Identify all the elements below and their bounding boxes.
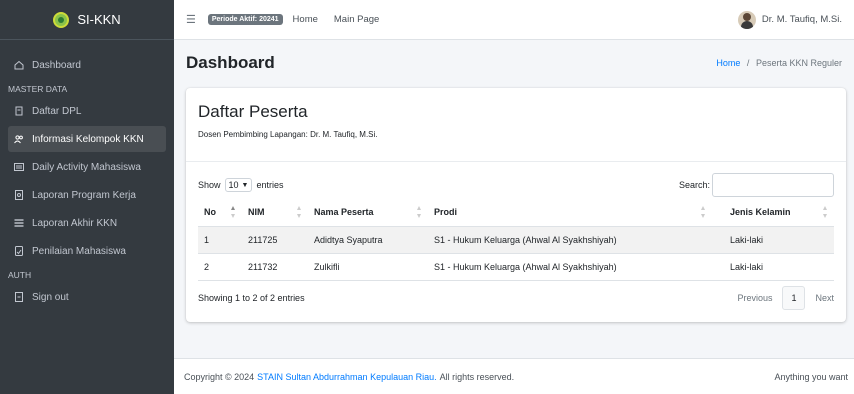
column-header-nama[interactable]: Nama Peserta [308, 198, 428, 227]
document-icon [14, 190, 24, 200]
home-icon [14, 60, 24, 70]
sort-icon [417, 206, 422, 218]
breadcrumb-current: Peserta KKN Reguler [755, 58, 842, 68]
sort-icon [701, 206, 706, 218]
entries-select[interactable]: 10 ▼ [224, 178, 253, 192]
cell-prodi: S1 - Hukum Keluarga (Ahwal Al Syakhshiya… [428, 253, 712, 281]
sidebar-item-label: Laporan Program Kerja [32, 189, 136, 201]
brand-logo-icon [53, 11, 70, 28]
sidebar-item-laporan-program-kerja[interactable]: Laporan Program Kerja [8, 182, 166, 208]
sidebar-item-label: Informasi Kelompok KKN [32, 133, 144, 145]
user-name: Dr. M. Taufiq, M.Si. [761, 14, 842, 25]
grade-icon [14, 246, 24, 256]
sidebar-item-daftar-dpl[interactable]: Daftar DPL [8, 98, 166, 124]
previous-button[interactable]: Previous [737, 293, 772, 303]
peserta-card: Daftar Peserta Dosen Pembimbing Lapangan… [186, 88, 846, 322]
cell-prodi: S1 - Hukum Keluarga (Ahwal Al Syakhshiya… [428, 226, 712, 254]
brand-link[interactable]: SI-KKN [0, 0, 174, 40]
sidebar-item-label: Sign out [32, 291, 69, 303]
breadcrumb: Home / Peserta KKN Reguler [716, 58, 842, 68]
report-icon [14, 218, 24, 228]
table-footer: Showing 1 to 2 of 2 entries Previous 1 N… [198, 286, 834, 310]
column-header-jenis-kelamin[interactable]: Jenis Kelamin [712, 198, 834, 227]
entries-label: entries [256, 180, 284, 190]
peserta-table: No NIM Nama Peserta Prodi Jenis Kelamin … [198, 198, 834, 281]
list-icon [14, 162, 24, 172]
periode-badge: Periode Aktif: 20241 [207, 14, 283, 25]
cell-nim: 211725 [242, 226, 308, 254]
sidebar-item-sign-out[interactable]: Sign out [8, 284, 166, 310]
top-navbar: ☰ Periode Aktif: 20241 Home Main Page Dr… [174, 0, 854, 40]
brand-name: SI-KKN [77, 12, 121, 27]
search-label: Search: [678, 180, 710, 190]
table-controls: Show 10 ▼ entries Search: [186, 162, 846, 197]
footer-right-text: Anything you want [774, 371, 848, 382]
sort-icon [823, 206, 828, 218]
column-header-nim[interactable]: NIM [242, 198, 308, 227]
table-row: 1 211725 Adidtya Syaputra S1 - Hukum Kel… [198, 226, 834, 254]
show-label: Show [198, 180, 221, 190]
sidebar-item-label: Daily Activity Mahasiswa [32, 161, 141, 173]
breadcrumb-separator: / [746, 58, 750, 68]
sidebar-item-informasi-kelompok[interactable]: Informasi Kelompok KKN [8, 126, 166, 152]
nav-header-auth: AUTH [8, 270, 32, 280]
pagination: Previous 1 Next [737, 286, 834, 310]
sidebar-item-label: Laporan Akhir KKN [32, 217, 118, 229]
nav-header-master-data: MASTER DATA [8, 84, 68, 94]
page-title: Dashboard [186, 53, 275, 72]
user-menu[interactable]: Dr. M. Taufiq, M.Si. [737, 10, 842, 29]
card-title: Daftar Peserta [198, 102, 308, 121]
institution-link[interactable]: STAIN Sultan Abdurrahman Kepulauan Riau. [257, 372, 436, 382]
search-wrap: Search: [679, 173, 834, 197]
avatar [737, 10, 756, 29]
card-header: Daftar Peserta Dosen Pembimbing Lapangan… [186, 88, 846, 162]
sidebar-item-label: Dashboard [32, 59, 81, 71]
copyright-text: Copyright © 2024 [184, 371, 255, 382]
cell-no: 2 [198, 253, 242, 281]
chevron-down-icon: ▼ [241, 181, 249, 189]
column-header-prodi[interactable]: Prodi [428, 198, 712, 227]
page-1-button[interactable]: 1 [782, 286, 806, 310]
breadcrumb-home-link[interactable]: Home [716, 58, 740, 68]
cell-jenis-kelamin: Laki-laki [712, 253, 834, 281]
cell-nama: Zulkifli [308, 253, 428, 281]
entries-select-value: 10 [228, 180, 239, 190]
content-header: Dashboard Home / Peserta KKN Reguler [174, 40, 854, 86]
sidebar-item-daily-activity[interactable]: Daily Activity Mahasiswa [8, 154, 166, 180]
menu-toggle-icon[interactable]: ☰ [186, 13, 196, 26]
sidebar-item-dashboard[interactable]: Dashboard [8, 52, 166, 78]
sidebar-item-label: Penilaian Mahasiswa [32, 245, 126, 257]
signout-icon [14, 292, 24, 302]
cell-jenis-kelamin: Laki-laki [712, 226, 834, 254]
search-input[interactable] [712, 173, 834, 197]
sort-icon [231, 206, 236, 218]
users-icon [14, 134, 24, 144]
table-row: 2 211732 Zulkifli S1 - Hukum Keluarga (A… [198, 253, 834, 281]
column-header-no[interactable]: No [198, 198, 242, 227]
cell-nama: Adidtya Syaputra [308, 226, 428, 254]
cell-no: 1 [198, 226, 242, 254]
nav-link-home[interactable]: Home [293, 14, 318, 25]
next-button[interactable]: Next [815, 293, 834, 303]
sidebar-item-laporan-akhir[interactable]: Laporan Akhir KKN [8, 210, 166, 236]
main-footer: Copyright © 2024 STAIN Sultan Abdurrahma… [174, 358, 854, 394]
rights-text: All rights reserved. [439, 371, 515, 382]
sort-icon [297, 206, 302, 218]
cell-nim: 211732 [242, 253, 308, 281]
sidebar-item-penilaian[interactable]: Penilaian Mahasiswa [8, 238, 166, 264]
sidebar-item-label: Daftar DPL [32, 105, 82, 117]
nav-link-main-page[interactable]: Main Page [334, 14, 379, 25]
file-icon [14, 106, 24, 116]
sidebar: SI-KKN Dashboard MASTER DATA Daftar DPL … [0, 0, 174, 394]
table-info: Showing 1 to 2 of 2 entries [198, 293, 305, 303]
sidebar-nav: Dashboard MASTER DATA Daftar DPL Informa… [0, 40, 174, 310]
card-subtitle: Dosen Pembimbing Lapangan: Dr. M. Taufiq… [198, 130, 378, 139]
table-header-row: No NIM Nama Peserta Prodi Jenis Kelamin [198, 198, 834, 227]
